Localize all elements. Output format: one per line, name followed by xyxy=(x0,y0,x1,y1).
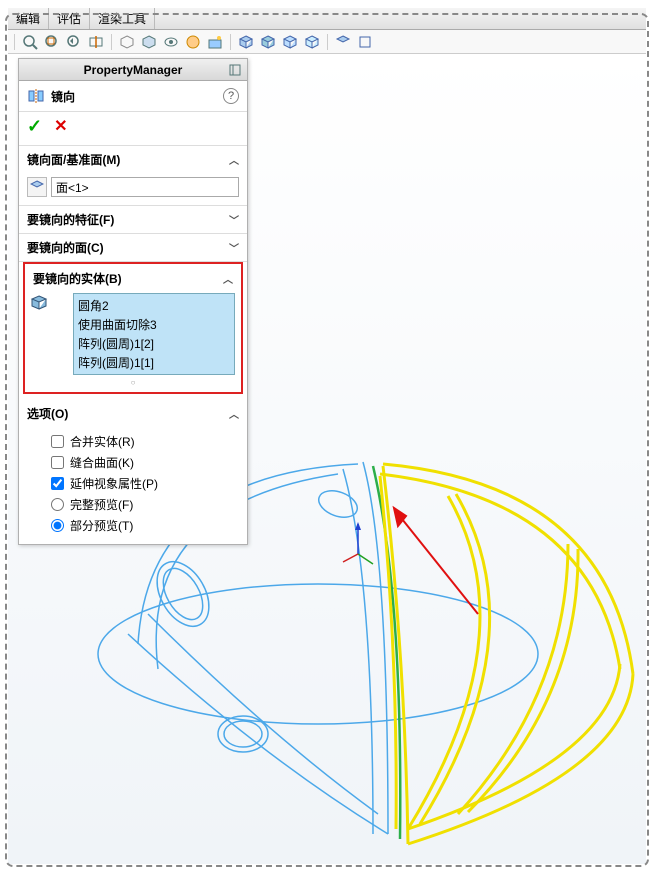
section-features: 要镜向的特征(F) ﹀ xyxy=(19,206,247,234)
section-mirror-plane-label: 镜向面/基准面(M) xyxy=(27,151,120,168)
mirror-feature-icon xyxy=(27,87,45,105)
propagate-label: 延伸视象属性(P) xyxy=(70,475,158,492)
hide-show-icon[interactable] xyxy=(162,33,180,51)
menubar: 编辑 评估 渲染工具 xyxy=(8,8,646,30)
toolbar-separator xyxy=(230,34,231,50)
section-mirror-plane: 镜向面/基准面(M) ︿ xyxy=(19,146,247,206)
full-preview-radio[interactable] xyxy=(51,498,64,511)
chevron-down-icon: ﹀ xyxy=(229,240,239,255)
toolbar-separator xyxy=(327,34,328,50)
pin-icon[interactable] xyxy=(227,62,243,78)
partial-preview-radio[interactable] xyxy=(51,519,64,532)
edit-appearance-icon[interactable] xyxy=(184,33,202,51)
body-select-icon[interactable] xyxy=(29,293,49,313)
chevron-down-icon: ﹀ xyxy=(229,212,239,227)
section-view-icon[interactable] xyxy=(87,33,105,51)
zoom-fit-icon[interactable] xyxy=(21,33,39,51)
list-item[interactable]: 使用曲面切除3 xyxy=(76,315,232,334)
mirror-plane-input[interactable] xyxy=(51,177,239,197)
menu-evaluate[interactable]: 评估 xyxy=(49,8,90,29)
section-faces-header[interactable]: 要镜向的面(C) ﹀ xyxy=(19,234,247,261)
list-item[interactable]: 阵列(圆周)1[1] xyxy=(76,353,232,372)
list-item[interactable]: 圆角2 xyxy=(76,296,232,315)
cube1-icon[interactable] xyxy=(237,33,255,51)
chevron-up-icon: ︿ xyxy=(229,152,239,167)
section-mirror-plane-header[interactable]: 镜向面/基准面(M) ︿ xyxy=(19,146,247,173)
section-bodies-label: 要镜向的实体(B) xyxy=(33,270,122,287)
apply-scene-icon[interactable] xyxy=(206,33,224,51)
view-orientation-icon[interactable] xyxy=(118,33,136,51)
section-options: 选项(O) ︿ 合并实体(R) 缝合曲面(K) 延伸视象属性(P) xyxy=(19,400,247,544)
section-features-label: 要镜向的特征(F) xyxy=(27,211,114,228)
knit-label: 缝合曲面(K) xyxy=(70,454,134,471)
partial-preview-label: 部分预览(T) xyxy=(70,517,133,534)
menu-render-tools[interactable]: 渲染工具 xyxy=(90,8,155,29)
pm-header-title: PropertyManager xyxy=(84,63,183,77)
section-features-header[interactable]: 要镜向的特征(F) ﹀ xyxy=(19,206,247,233)
cube6-icon[interactable] xyxy=(356,33,374,51)
chevron-up-icon: ︿ xyxy=(223,271,233,286)
cube3-icon[interactable] xyxy=(281,33,299,51)
toolbar-separator xyxy=(111,34,112,50)
toolbar xyxy=(8,30,646,54)
full-preview-label: 完整预览(F) xyxy=(70,496,133,513)
section-bodies-header[interactable]: 要镜向的实体(B) ︿ xyxy=(29,268,237,289)
section-bodies-highlight: 要镜向的实体(B) ︿ 圆角2 使用曲面切除3 阵列(圆周)1[2] 阵列(圆周… xyxy=(23,262,243,394)
face-select-icon[interactable] xyxy=(27,177,47,197)
merge-checkbox[interactable] xyxy=(51,435,64,448)
property-manager-panel: PropertyManager 镜向 ? ✓ ✕ 镜向面/基准面(M) ︿ xyxy=(18,58,248,545)
section-faces: 要镜向的面(C) ﹀ xyxy=(19,234,247,262)
toolbar-separator xyxy=(14,34,15,50)
menu-edit[interactable]: 编辑 xyxy=(8,8,49,29)
propagate-checkbox[interactable] xyxy=(51,477,64,490)
drag-handle-icon[interactable]: ○ xyxy=(29,377,237,388)
help-icon[interactable]: ? xyxy=(223,88,239,104)
ok-button[interactable]: ✓ xyxy=(27,116,42,137)
cube4-icon[interactable] xyxy=(303,33,321,51)
merge-label: 合并实体(R) xyxy=(70,433,135,450)
main-area: SW 研习社 PropertyManager 镜向 ? ✓ ✕ 镜向面/基准面(… xyxy=(8,54,646,864)
display-style-icon[interactable] xyxy=(140,33,158,51)
bodies-listbox[interactable]: 圆角2 使用曲面切除3 阵列(圆周)1[2] 阵列(圆周)1[1] xyxy=(73,293,235,375)
chevron-up-icon: ︿ xyxy=(229,406,239,421)
section-faces-label: 要镜向的面(C) xyxy=(27,239,104,256)
cube2-icon[interactable] xyxy=(259,33,277,51)
pm-title: 镜向 xyxy=(51,88,223,105)
section-options-label: 选项(O) xyxy=(27,405,68,422)
view-previous-icon[interactable] xyxy=(65,33,83,51)
pm-title-row: 镜向 ? xyxy=(19,81,247,112)
zoom-area-icon[interactable] xyxy=(43,33,61,51)
pm-header: PropertyManager xyxy=(19,59,247,81)
pm-actions: ✓ ✕ xyxy=(19,112,247,146)
list-item[interactable]: 阵列(圆周)1[2] xyxy=(76,334,232,353)
cancel-button[interactable]: ✕ xyxy=(54,116,67,137)
cube5-icon[interactable] xyxy=(334,33,352,51)
section-options-header[interactable]: 选项(O) ︿ xyxy=(19,400,247,427)
knit-checkbox[interactable] xyxy=(51,456,64,469)
